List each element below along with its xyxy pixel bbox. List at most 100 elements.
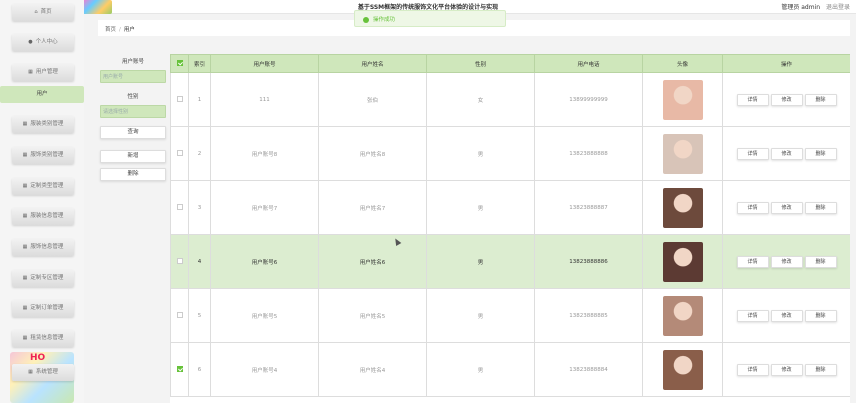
gender-cell: 男 (426, 126, 535, 181)
breadcrumb-home[interactable]: 首页 (105, 27, 116, 33)
index-cell: 4 (188, 234, 211, 289)
table-row[interactable]: 2 用户账号8 用户姓名8 男 13823888888 详情 修改 删除 (170, 126, 850, 181)
query-button[interactable]: 查询 (100, 126, 166, 139)
gender-select[interactable]: 请选择性别 (100, 105, 166, 118)
sidebar-item-label: 服装类别管理 (30, 121, 64, 127)
table-row[interactable]: 3 用户账号7 用户姓名7 男 13823888887 详情 修改 删除 (170, 180, 850, 235)
sidebar-item-label: 个人中心 (35, 39, 58, 45)
row-select-cell[interactable] (170, 342, 189, 397)
user-label: 管理员 admin (781, 4, 821, 11)
toast-text: 操作成功 (373, 17, 396, 23)
sidebar-item-home[interactable]: ⌂ 首页 (12, 4, 74, 21)
edit-button[interactable]: 修改 (770, 201, 803, 214)
delete-button[interactable]: 删除 (804, 147, 837, 160)
name-cell: 用户姓名4 (318, 342, 427, 397)
select-all-checkbox[interactable] (176, 60, 183, 67)
gender-label: 性别 (127, 94, 139, 100)
sidebar-item-accessory-info[interactable]: ▦ 服饰信息管理 (12, 239, 74, 256)
table-row[interactable]: 4 用户账号6 用户姓名6 男 13823888886 详情 修改 删除 (170, 234, 850, 289)
row-select-cell[interactable] (170, 234, 189, 289)
row-select-cell[interactable] (170, 288, 189, 343)
edit-button[interactable]: 修改 (770, 309, 803, 322)
detail-button[interactable]: 详情 (736, 201, 769, 214)
delete-button[interactable]: 删除 (804, 363, 837, 376)
sidebar-item-label: 服饰信息管理 (30, 244, 64, 250)
name-cell: 用户姓名5 (318, 288, 427, 343)
avatar-cell (642, 126, 723, 181)
sidebar-item-custom-type[interactable]: ▦ 定制类型管理 (12, 178, 74, 195)
edit-button[interactable]: 修改 (770, 93, 803, 106)
delete-button[interactable]: 删除 (804, 255, 837, 268)
detail-button[interactable]: 详情 (736, 147, 769, 160)
avatar-cell (642, 342, 723, 397)
sidebar-item-system[interactable]: ▦ 系统管理 (12, 364, 74, 381)
grid-icon: ▦ (22, 121, 28, 127)
sidebar-item-profile[interactable]: ● 个人中心 (12, 34, 74, 51)
row-select-cell[interactable] (170, 72, 189, 127)
detail-button[interactable]: 详情 (736, 255, 769, 268)
actions-cell: 详情 修改 删除 (722, 288, 850, 343)
row-checkbox[interactable] (176, 96, 183, 103)
column-header: 用户账号 (210, 54, 319, 73)
delete-button[interactable]: 删除 (804, 93, 837, 106)
delete-button[interactable]: 删除 (804, 201, 837, 214)
avatar-cell (642, 72, 723, 127)
sidebar-item-user[interactable]: 用户 (0, 86, 84, 103)
actions-cell: 详情 修改 删除 (722, 180, 850, 235)
row-checkbox[interactable] (176, 204, 183, 211)
index-cell: 1 (188, 72, 211, 127)
actions-cell: 详情 修改 删除 (722, 234, 850, 289)
user-table: 索引 用户账号 用户姓名 性别 用户电话 头像 操作 1 111 张伯女 138999… (170, 54, 850, 403)
sidebar-item-clothing-info[interactable]: ▦ 服装信息管理 (12, 208, 74, 225)
account-cell: 111 (210, 72, 319, 127)
detail-button[interactable]: 详情 (736, 363, 769, 376)
column-header: 性别 (426, 54, 535, 73)
user-area: 管理员 admin 退出登录 (781, 2, 850, 11)
table-row[interactable]: 5 用户账号5 用户姓名5 男 13823888885 详情 修改 删除 (170, 288, 850, 343)
select-all-cell[interactable] (170, 54, 189, 73)
edit-button[interactable]: 修改 (770, 255, 803, 268)
avatar (662, 79, 703, 120)
batch-delete-button[interactable]: 删除 (100, 168, 166, 181)
table-row[interactable]: 6 用户账号4 用户姓名4 男 13823888884 详情 修改 删除 (170, 342, 850, 397)
phone-cell: 13823888886 (534, 234, 643, 289)
row-checkbox[interactable] (176, 312, 183, 319)
row-checkbox[interactable] (176, 366, 183, 373)
row-checkbox[interactable] (176, 258, 183, 265)
grid-icon: ▦ (22, 152, 28, 158)
detail-button[interactable]: 详情 (736, 93, 769, 106)
sidebar-item-custom-zone[interactable]: ▦ 定制专区管理 (12, 270, 74, 287)
account-cell: 用户账号7 (210, 180, 319, 235)
grid-icon: ▦ (22, 213, 28, 219)
sidebar-item-clothing-category[interactable]: ▦ 服装类别管理 (12, 116, 74, 133)
grid-icon: ▦ (22, 275, 28, 281)
name-cell: 用户姓名7 (318, 180, 427, 235)
edit-button[interactable]: 修改 (770, 363, 803, 376)
avatar-cell (642, 180, 723, 235)
add-button[interactable]: 新增 (100, 150, 166, 163)
row-select-cell[interactable] (170, 180, 189, 235)
account-cell: 用户账号8 (210, 126, 319, 181)
edit-button[interactable]: 修改 (770, 147, 803, 160)
column-header: 用户电话 (534, 54, 643, 73)
account-input[interactable]: 用户账号 (100, 70, 166, 83)
logout-link[interactable]: 退出登录 (826, 4, 850, 11)
phone-cell: 13823888887 (534, 180, 643, 235)
sidebar-item-accessory-category[interactable]: ▦ 服饰类别管理 (12, 147, 74, 164)
table-row[interactable]: 1 111 张伯女 13899999999 详情 修改 删除 (170, 72, 850, 127)
sidebar-item-rental-info[interactable]: ▦ 租赁信息管理 (12, 330, 74, 347)
row-checkbox[interactable] (176, 150, 183, 157)
avatar (662, 187, 703, 228)
detail-button[interactable]: 详情 (736, 309, 769, 322)
row-select-cell[interactable] (170, 126, 189, 181)
index-cell: 6 (188, 342, 211, 397)
sidebar-item-custom-orders[interactable]: ▦ 定制订单管理 (12, 300, 74, 317)
actions-cell: 详情 修改 删除 (722, 126, 850, 181)
delete-button[interactable]: 删除 (804, 309, 837, 322)
index-cell: 2 (188, 126, 211, 181)
sidebar-item-label: 用户 (36, 91, 48, 97)
index-cell: 3 (188, 180, 211, 235)
sidebar-item-user-manage[interactable]: ▦ 用户管理 (12, 64, 74, 81)
sidebar-item-label: 定制专区管理 (30, 275, 64, 281)
sidebar-item-label: 服饰类别管理 (30, 152, 64, 158)
